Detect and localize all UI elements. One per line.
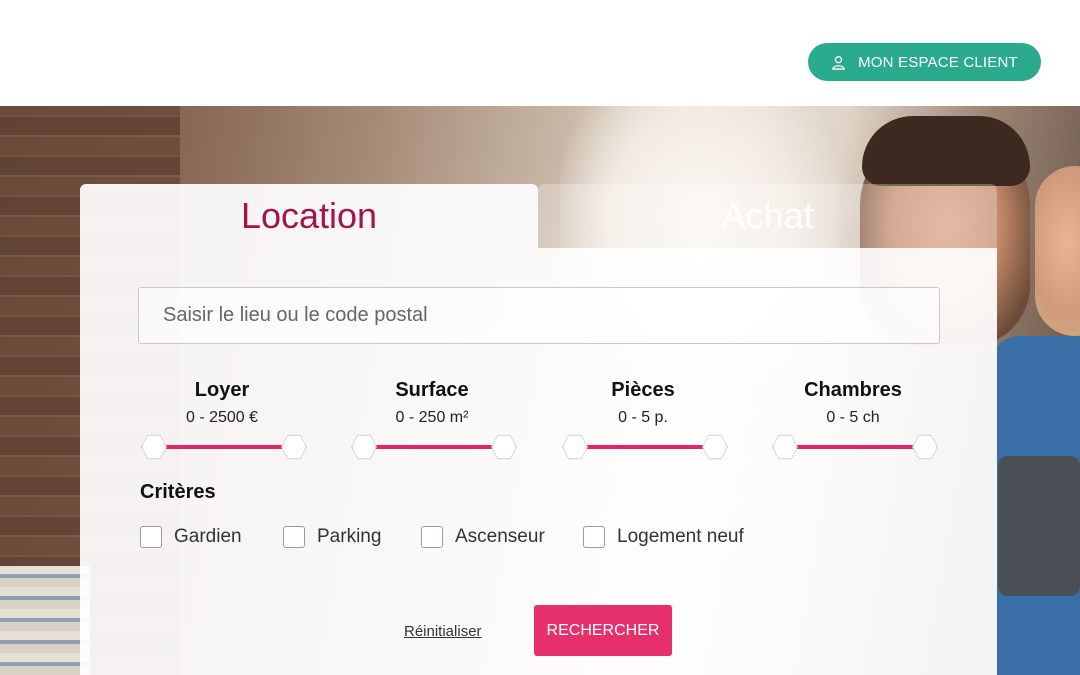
tab-achat[interactable]: Achat (538, 184, 997, 248)
criteres-title: Critères (140, 481, 216, 503)
checkbox-logement-neuf[interactable]: Logement neuf (583, 526, 744, 548)
user-icon (832, 55, 845, 70)
range-surface-value: 0 - 250 m² (395, 409, 469, 426)
client-space-button[interactable]: MON ESPACE CLIENT (808, 43, 1041, 81)
checkbox-parking[interactable]: Parking (283, 526, 381, 548)
man-hair (862, 116, 1030, 186)
range-chambres-value: 0 - 5 ch (826, 409, 880, 426)
range-pieces-track (575, 445, 715, 449)
checkbox-logement-neuf-box[interactable] (583, 526, 605, 548)
range-loyer-track (154, 445, 294, 449)
checkbox-ascenseur-box[interactable] (421, 526, 443, 548)
range-surface-title: Surface (395, 379, 469, 401)
range-surface-track (364, 445, 504, 449)
checkbox-gardien[interactable]: Gardien (140, 526, 242, 548)
range-pieces-title: Pièces (611, 379, 675, 401)
search-button[interactable]: RECHERCHER (534, 605, 672, 656)
location-search-input[interactable] (138, 287, 940, 344)
range-loyer-value: 0 - 2500 € (185, 409, 259, 426)
books-stack (0, 566, 90, 675)
checkbox-logement-neuf-label: Logement neuf (617, 526, 744, 547)
checkbox-parking-box[interactable] (283, 526, 305, 548)
tab-location[interactable]: Location (80, 184, 538, 248)
checkbox-ascenseur-label: Ascenseur (455, 526, 545, 547)
range-surface: Surface 0 - 250 m² (351, 379, 517, 460)
checkbox-parking-label: Parking (317, 526, 382, 547)
checkbox-gardien-box[interactable] (140, 526, 162, 548)
checkbox-gardien-label: Gardien (174, 526, 242, 547)
range-chambres-title: Chambres (804, 379, 902, 401)
range-loyer-title: Loyer (194, 379, 250, 401)
range-chambres-track (785, 445, 925, 449)
reset-link[interactable]: Réinitialiser (404, 623, 482, 640)
checkbox-ascenseur[interactable]: Ascenseur (421, 526, 545, 548)
top-header: MON ESPACE CLIENT (0, 0, 1080, 106)
range-loyer: Loyer 0 - 2500 € (141, 379, 307, 460)
tablet-device (998, 456, 1080, 596)
woman-figure (1035, 166, 1080, 336)
search-panel: Location Achat Loyer 0 - 2500 € Surface … (80, 184, 997, 675)
range-pieces: Pièces 0 - 5 p. (562, 379, 728, 460)
range-chambres: Chambres 0 - 5 ch (772, 379, 938, 460)
range-pieces-value: 0 - 5 p. (618, 409, 668, 426)
client-space-label: MON ESPACE CLIENT (858, 53, 1018, 71)
